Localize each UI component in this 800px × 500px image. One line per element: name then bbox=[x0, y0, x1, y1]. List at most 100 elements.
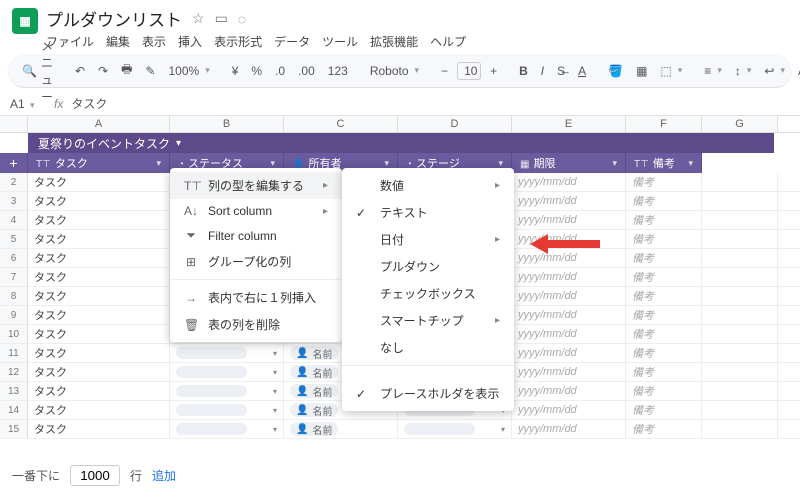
cell-empty[interactable] bbox=[702, 363, 778, 381]
th-note[interactable]: T⊤備考▾ bbox=[626, 153, 702, 173]
type-text[interactable]: ✓テキスト bbox=[342, 199, 514, 226]
cell-note[interactable]: 備考 bbox=[626, 325, 702, 343]
fontsize-input[interactable]: 10 bbox=[457, 62, 481, 80]
cell-deadline[interactable]: yyyy/mm/dd bbox=[512, 173, 626, 191]
cell-deadline[interactable]: yyyy/mm/dd bbox=[512, 325, 626, 343]
row-header[interactable]: 12 bbox=[0, 363, 28, 381]
menu-help[interactable]: ヘルプ bbox=[430, 33, 466, 50]
menu-insert[interactable]: 挿入 bbox=[178, 33, 202, 50]
cell-note[interactable]: 備考 bbox=[626, 401, 702, 419]
menu-sort-column[interactable]: A↓Sort column▸ bbox=[170, 199, 342, 223]
cell-task[interactable]: タスク bbox=[28, 382, 170, 400]
cell-deadline[interactable]: yyyy/mm/dd bbox=[512, 401, 626, 419]
wrap-icon[interactable]: ↩ ▾ bbox=[760, 62, 789, 80]
cell-deadline[interactable]: yyyy/mm/dd bbox=[512, 363, 626, 381]
cell-task[interactable]: タスク bbox=[28, 420, 170, 438]
cell-owner[interactable]: 👤名前 bbox=[284, 420, 398, 438]
undo-icon[interactable]: ↶ bbox=[71, 62, 89, 80]
text-color-icon[interactable]: A bbox=[574, 62, 590, 80]
cell-task[interactable]: タスク bbox=[28, 306, 170, 324]
cell-task[interactable]: タスク bbox=[28, 268, 170, 286]
cell-empty[interactable] bbox=[702, 249, 778, 267]
cell-note[interactable]: 備考 bbox=[626, 382, 702, 400]
doc-title[interactable]: プルダウンリスト bbox=[46, 6, 182, 31]
cell-empty[interactable] bbox=[702, 287, 778, 305]
cell-task[interactable]: タスク bbox=[28, 401, 170, 419]
cell-deadline[interactable]: yyyy/mm/dd bbox=[512, 344, 626, 362]
type-number[interactable]: 数値▸ bbox=[342, 172, 514, 199]
menu-data[interactable]: データ bbox=[274, 33, 310, 50]
zoom-select[interactable]: 100% ▾ bbox=[164, 62, 213, 80]
cell-note[interactable]: 備考 bbox=[626, 306, 702, 324]
strike-icon[interactable]: S̶ bbox=[553, 62, 569, 80]
cell-deadline[interactable]: yyyy/mm/dd bbox=[512, 192, 626, 210]
italic-icon[interactable]: I bbox=[537, 62, 548, 80]
name-box[interactable]: A1 ▾ bbox=[10, 97, 46, 111]
menu-delete-column[interactable]: 🗑表の列を削除 bbox=[170, 311, 342, 338]
star-icon[interactable]: ☆ bbox=[192, 10, 205, 27]
col-A[interactable]: A bbox=[28, 116, 170, 132]
increase-decimal-icon[interactable]: .00 bbox=[294, 62, 319, 80]
table-banner[interactable]: 夏祭りのイベントタスク ▾ bbox=[28, 133, 774, 153]
halign-icon[interactable]: ≡ ▾ bbox=[700, 62, 726, 80]
row-header[interactable]: 11 bbox=[0, 344, 28, 362]
paint-format-icon[interactable]: ✎ bbox=[141, 62, 159, 80]
row-header[interactable]: 6 bbox=[0, 249, 28, 267]
cell-empty[interactable] bbox=[702, 325, 778, 343]
add-rows-button[interactable]: 追加 bbox=[152, 467, 176, 484]
row-header[interactable]: 9 bbox=[0, 306, 28, 324]
col-E[interactable]: E bbox=[512, 116, 626, 132]
menu-extensions[interactable]: 拡張機能 bbox=[370, 33, 418, 50]
menu-view[interactable]: 表示 bbox=[142, 33, 166, 50]
font-select[interactable]: Roboto ▾ bbox=[366, 62, 423, 80]
row-header[interactable]: 8 bbox=[0, 287, 28, 305]
cell-task[interactable]: タスク bbox=[28, 344, 170, 362]
menu-insert-right[interactable]: →表内で右に１列挿入 bbox=[170, 284, 342, 311]
cell-empty[interactable] bbox=[702, 306, 778, 324]
fontsize-inc-icon[interactable]: + bbox=[486, 62, 501, 80]
cell-task[interactable]: タスク bbox=[28, 363, 170, 381]
row-header[interactable]: 10 bbox=[0, 325, 28, 343]
cell-note[interactable]: 備考 bbox=[626, 249, 702, 267]
cell-empty[interactable] bbox=[702, 382, 778, 400]
cell-empty[interactable] bbox=[702, 192, 778, 210]
cell-task[interactable]: タスク bbox=[28, 192, 170, 210]
cell-note[interactable]: 備考 bbox=[626, 173, 702, 191]
fontsize-dec-icon[interactable]: − bbox=[437, 62, 452, 80]
bold-icon[interactable]: B bbox=[515, 62, 532, 80]
col-B[interactable]: B bbox=[170, 116, 284, 132]
cell-empty[interactable] bbox=[702, 211, 778, 229]
cell-status[interactable]: ▾ bbox=[170, 363, 284, 381]
row-header[interactable]: 14 bbox=[0, 401, 28, 419]
cell-empty[interactable] bbox=[702, 344, 778, 362]
cell-deadline[interactable]: yyyy/mm/dd bbox=[512, 211, 626, 229]
add-row-button[interactable]: + bbox=[0, 153, 28, 173]
currency-icon[interactable]: ¥ bbox=[228, 62, 243, 80]
row-header[interactable]: 13 bbox=[0, 382, 28, 400]
cell-status[interactable]: ▾ bbox=[170, 382, 284, 400]
cell-note[interactable]: 備考 bbox=[626, 420, 702, 438]
cell-deadline[interactable]: yyyy/mm/dd bbox=[512, 382, 626, 400]
cell-note[interactable]: 備考 bbox=[626, 268, 702, 286]
cell-empty[interactable] bbox=[702, 173, 778, 191]
type-smartchip[interactable]: スマートチップ▸ bbox=[342, 307, 514, 334]
add-rows-input[interactable] bbox=[70, 465, 120, 486]
menu-tools[interactable]: ツール bbox=[322, 33, 358, 50]
row-header[interactable]: 2 bbox=[0, 173, 28, 191]
cell-empty[interactable] bbox=[702, 420, 778, 438]
cell-task[interactable]: タスク bbox=[28, 249, 170, 267]
redo-icon[interactable]: ↷ bbox=[94, 62, 112, 80]
col-C[interactable]: C bbox=[284, 116, 398, 132]
row-header[interactable]: 5 bbox=[0, 230, 28, 248]
cell-note[interactable]: 備考 bbox=[626, 363, 702, 381]
move-folder-icon[interactable]: ▭ bbox=[215, 10, 228, 27]
menu-filter-column[interactable]: ⏷Filter column bbox=[170, 223, 342, 248]
fill-color-icon[interactable]: 🪣 bbox=[604, 62, 627, 80]
cell-status[interactable]: ▾ bbox=[170, 344, 284, 362]
cell-task[interactable]: タスク bbox=[28, 173, 170, 191]
cell-note[interactable]: 備考 bbox=[626, 211, 702, 229]
row-header[interactable]: 4 bbox=[0, 211, 28, 229]
cell-task[interactable]: タスク bbox=[28, 211, 170, 229]
row-header[interactable]: 3 bbox=[0, 192, 28, 210]
print-icon[interactable]: 🖶 bbox=[117, 58, 136, 83]
